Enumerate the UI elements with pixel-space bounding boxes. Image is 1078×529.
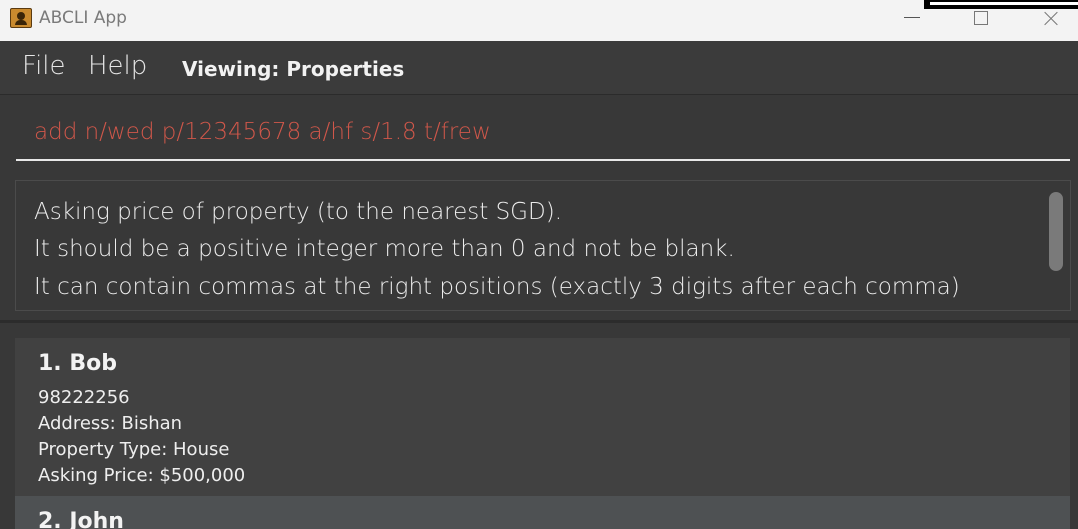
- property-price: Asking Price: $500,000: [38, 465, 246, 486]
- property-phone: 98222256: [38, 387, 130, 408]
- result-line: Asking price of property (to the nearest…: [34, 199, 563, 225]
- list-item[interactable]: 1. Bob 98222256 Address: Bishan Property…: [15, 338, 1070, 496]
- viewing-label: Viewing: Properties: [182, 57, 405, 81]
- title-bar: ABCLI App: [0, 0, 1078, 41]
- command-box: add n/wed p/12345678 a/hf s/1.8 t/frew: [0, 95, 1078, 173]
- result-line: It should be a positive integer more tha…: [34, 236, 735, 262]
- property-type: Property Type: House: [38, 439, 230, 460]
- window-title: ABCLI App: [39, 8, 127, 28]
- property-name: 2. John: [38, 509, 124, 529]
- list-item[interactable]: 2. John: [15, 496, 1070, 529]
- command-input[interactable]: add n/wed p/12345678 a/hf s/1.8 t/frew: [16, 95, 1070, 161]
- menu-help[interactable]: Help: [88, 51, 147, 81]
- result-line: It can contain commas at the right posit…: [34, 274, 960, 300]
- menu-bar: File Help Viewing: Properties: [0, 41, 1078, 95]
- result-display: Asking price of property (to the nearest…: [15, 180, 1071, 311]
- contact-book-icon: [10, 8, 32, 28]
- command-text: add n/wed p/12345678 a/hf s/1.8 t/frew: [34, 119, 491, 145]
- property-list: 1. Bob 98222256 Address: Bishan Property…: [0, 323, 1078, 529]
- property-address: Address: Bishan: [38, 413, 183, 434]
- menu-file[interactable]: File: [22, 51, 66, 81]
- result-scrollbar[interactable]: [1049, 192, 1063, 271]
- property-name: 1. Bob: [38, 351, 117, 376]
- overlapping-window-edge: [924, 0, 1078, 9]
